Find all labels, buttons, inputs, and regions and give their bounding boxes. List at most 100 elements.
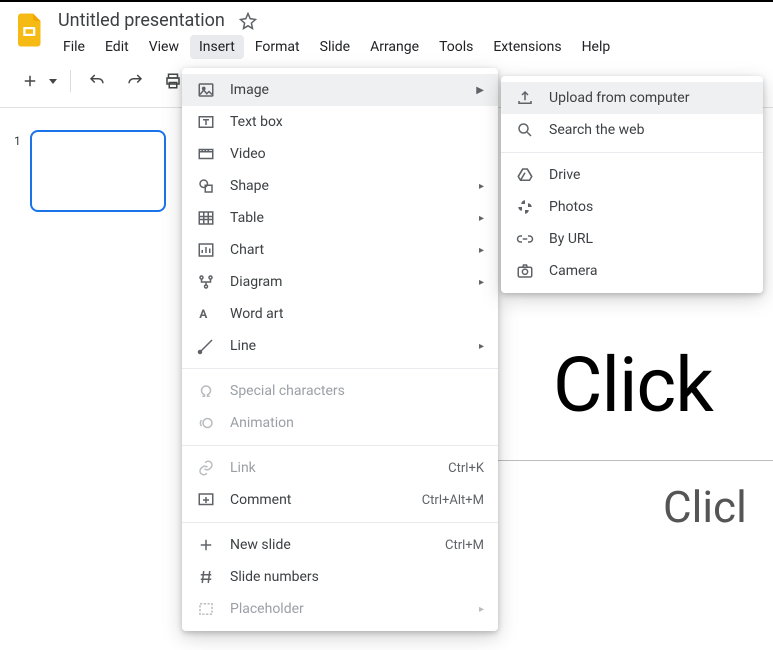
insert-line[interactable]: Line ▸ — [182, 330, 498, 362]
comment-icon — [196, 490, 216, 510]
wordart-icon: A — [196, 304, 216, 324]
insert-comment[interactable]: Comment Ctrl+Alt+M — [182, 484, 498, 516]
animation-label: Animation — [230, 415, 484, 431]
slide-subtitle-text[interactable]: Clicl — [663, 481, 773, 533]
search-the-web[interactable]: Search the web — [501, 114, 763, 146]
drive-label: Drive — [549, 167, 749, 183]
slide-title-text[interactable]: Click — [553, 340, 773, 430]
camera-label: Camera — [549, 263, 749, 279]
insert-slide-numbers[interactable]: Slide numbers — [182, 561, 498, 593]
insert-shape-label: Shape — [230, 178, 479, 194]
image-by-url[interactable]: By URL — [501, 223, 763, 255]
newslide-label: New slide — [230, 537, 445, 553]
image-icon — [196, 80, 216, 100]
byurl-label: By URL — [549, 231, 749, 247]
shape-icon — [196, 176, 216, 196]
slides-logo[interactable] — [12, 12, 48, 48]
image-from-photos[interactable]: Photos — [501, 191, 763, 223]
doc-title[interactable]: Untitled presentation — [54, 8, 229, 33]
insert-table[interactable]: Table ▸ — [182, 202, 498, 234]
insert-textbox-label: Text box — [230, 114, 484, 130]
insert-video[interactable]: Video — [182, 138, 498, 170]
chevron-right-icon: ▸ — [479, 213, 484, 224]
chevron-right-icon: ▸ — [479, 181, 484, 192]
chevron-right-icon: ▸ — [479, 604, 484, 615]
insert-placeholder: Placeholder ▸ — [182, 593, 498, 625]
menu-slide[interactable]: Slide — [311, 35, 359, 59]
insert-menu: Image ▶ Text box Video Shape ▸ Table ▸ C… — [182, 68, 498, 631]
menubar: File Edit View Insert Format Slide Arran… — [54, 35, 619, 59]
drive-icon — [515, 165, 535, 185]
new-slide-caret[interactable] — [46, 79, 60, 84]
insert-new-slide[interactable]: New slide Ctrl+M — [182, 529, 498, 561]
menu-extensions[interactable]: Extensions — [484, 35, 570, 59]
insert-image-label: Image — [230, 82, 476, 98]
comment-shortcut: Ctrl+Alt+M — [422, 493, 484, 508]
photos-label: Photos — [549, 199, 749, 215]
table-icon — [196, 208, 216, 228]
video-icon — [196, 144, 216, 164]
diagram-icon — [196, 272, 216, 292]
new-slide-button[interactable] — [14, 65, 46, 97]
image-submenu: Upload from computer Search the web Driv… — [501, 76, 763, 293]
chevron-right-icon: ▸ — [479, 341, 484, 352]
photos-icon — [515, 197, 535, 217]
searchweb-label: Search the web — [549, 122, 749, 138]
insert-table-label: Table — [230, 210, 479, 226]
textbox-icon — [196, 112, 216, 132]
camera-icon — [515, 261, 535, 281]
undo-button[interactable] — [81, 65, 113, 97]
animation-icon — [196, 413, 216, 433]
slide-thumbnail-1[interactable] — [30, 130, 166, 212]
comment-label: Comment — [230, 492, 422, 508]
slide-number: 1 — [14, 134, 21, 148]
chart-icon — [196, 240, 216, 260]
insert-shape[interactable]: Shape ▸ — [182, 170, 498, 202]
insert-textbox[interactable]: Text box — [182, 106, 498, 138]
placeholder-label: Placeholder — [230, 601, 479, 617]
omega-icon — [196, 381, 216, 401]
slidenumbers-label: Slide numbers — [230, 569, 484, 585]
special-chars-label: Special characters — [230, 383, 484, 399]
menu-tools[interactable]: Tools — [430, 35, 482, 59]
plus-icon — [196, 535, 216, 555]
menu-file[interactable]: File — [54, 35, 94, 59]
insert-chart-label: Chart — [230, 242, 479, 258]
menu-arrange[interactable]: Arrange — [361, 35, 428, 59]
link-label: Link — [230, 460, 448, 476]
chevron-right-icon: ▸ — [479, 277, 484, 288]
insert-image[interactable]: Image ▶ — [182, 74, 498, 106]
insert-chart[interactable]: Chart ▸ — [182, 234, 498, 266]
menu-view[interactable]: View — [140, 35, 188, 59]
insert-diagram-label: Diagram — [230, 274, 479, 290]
insert-wordart[interactable]: A Word art — [182, 298, 498, 330]
upload-icon — [515, 88, 535, 108]
upload-from-computer[interactable]: Upload from computer — [501, 82, 763, 114]
chevron-right-icon: ▶ — [476, 85, 484, 96]
menu-edit[interactable]: Edit — [96, 35, 138, 59]
chevron-right-icon: ▸ — [479, 245, 484, 256]
menu-format[interactable]: Format — [246, 35, 309, 59]
insert-line-label: Line — [230, 338, 479, 354]
svg-text:A: A — [199, 307, 208, 321]
upload-label: Upload from computer — [549, 90, 749, 106]
insert-wordart-label: Word art — [230, 306, 484, 322]
image-from-drive[interactable]: Drive — [501, 159, 763, 191]
placeholder-icon — [196, 599, 216, 619]
insert-special-chars: Special characters — [182, 375, 498, 407]
insert-diagram[interactable]: Diagram ▸ — [182, 266, 498, 298]
link-shortcut: Ctrl+K — [448, 461, 484, 476]
newslide-shortcut: Ctrl+M — [445, 538, 484, 553]
line-icon — [196, 336, 216, 356]
link-icon — [515, 229, 535, 249]
search-icon — [515, 120, 535, 140]
link-icon — [196, 458, 216, 478]
insert-animation: Animation — [182, 407, 498, 439]
image-from-camera[interactable]: Camera — [501, 255, 763, 287]
hash-icon — [196, 567, 216, 587]
redo-button[interactable] — [119, 65, 151, 97]
menu-help[interactable]: Help — [573, 35, 620, 59]
insert-video-label: Video — [230, 146, 484, 162]
menu-insert[interactable]: Insert — [190, 35, 244, 59]
star-icon[interactable] — [239, 12, 257, 30]
